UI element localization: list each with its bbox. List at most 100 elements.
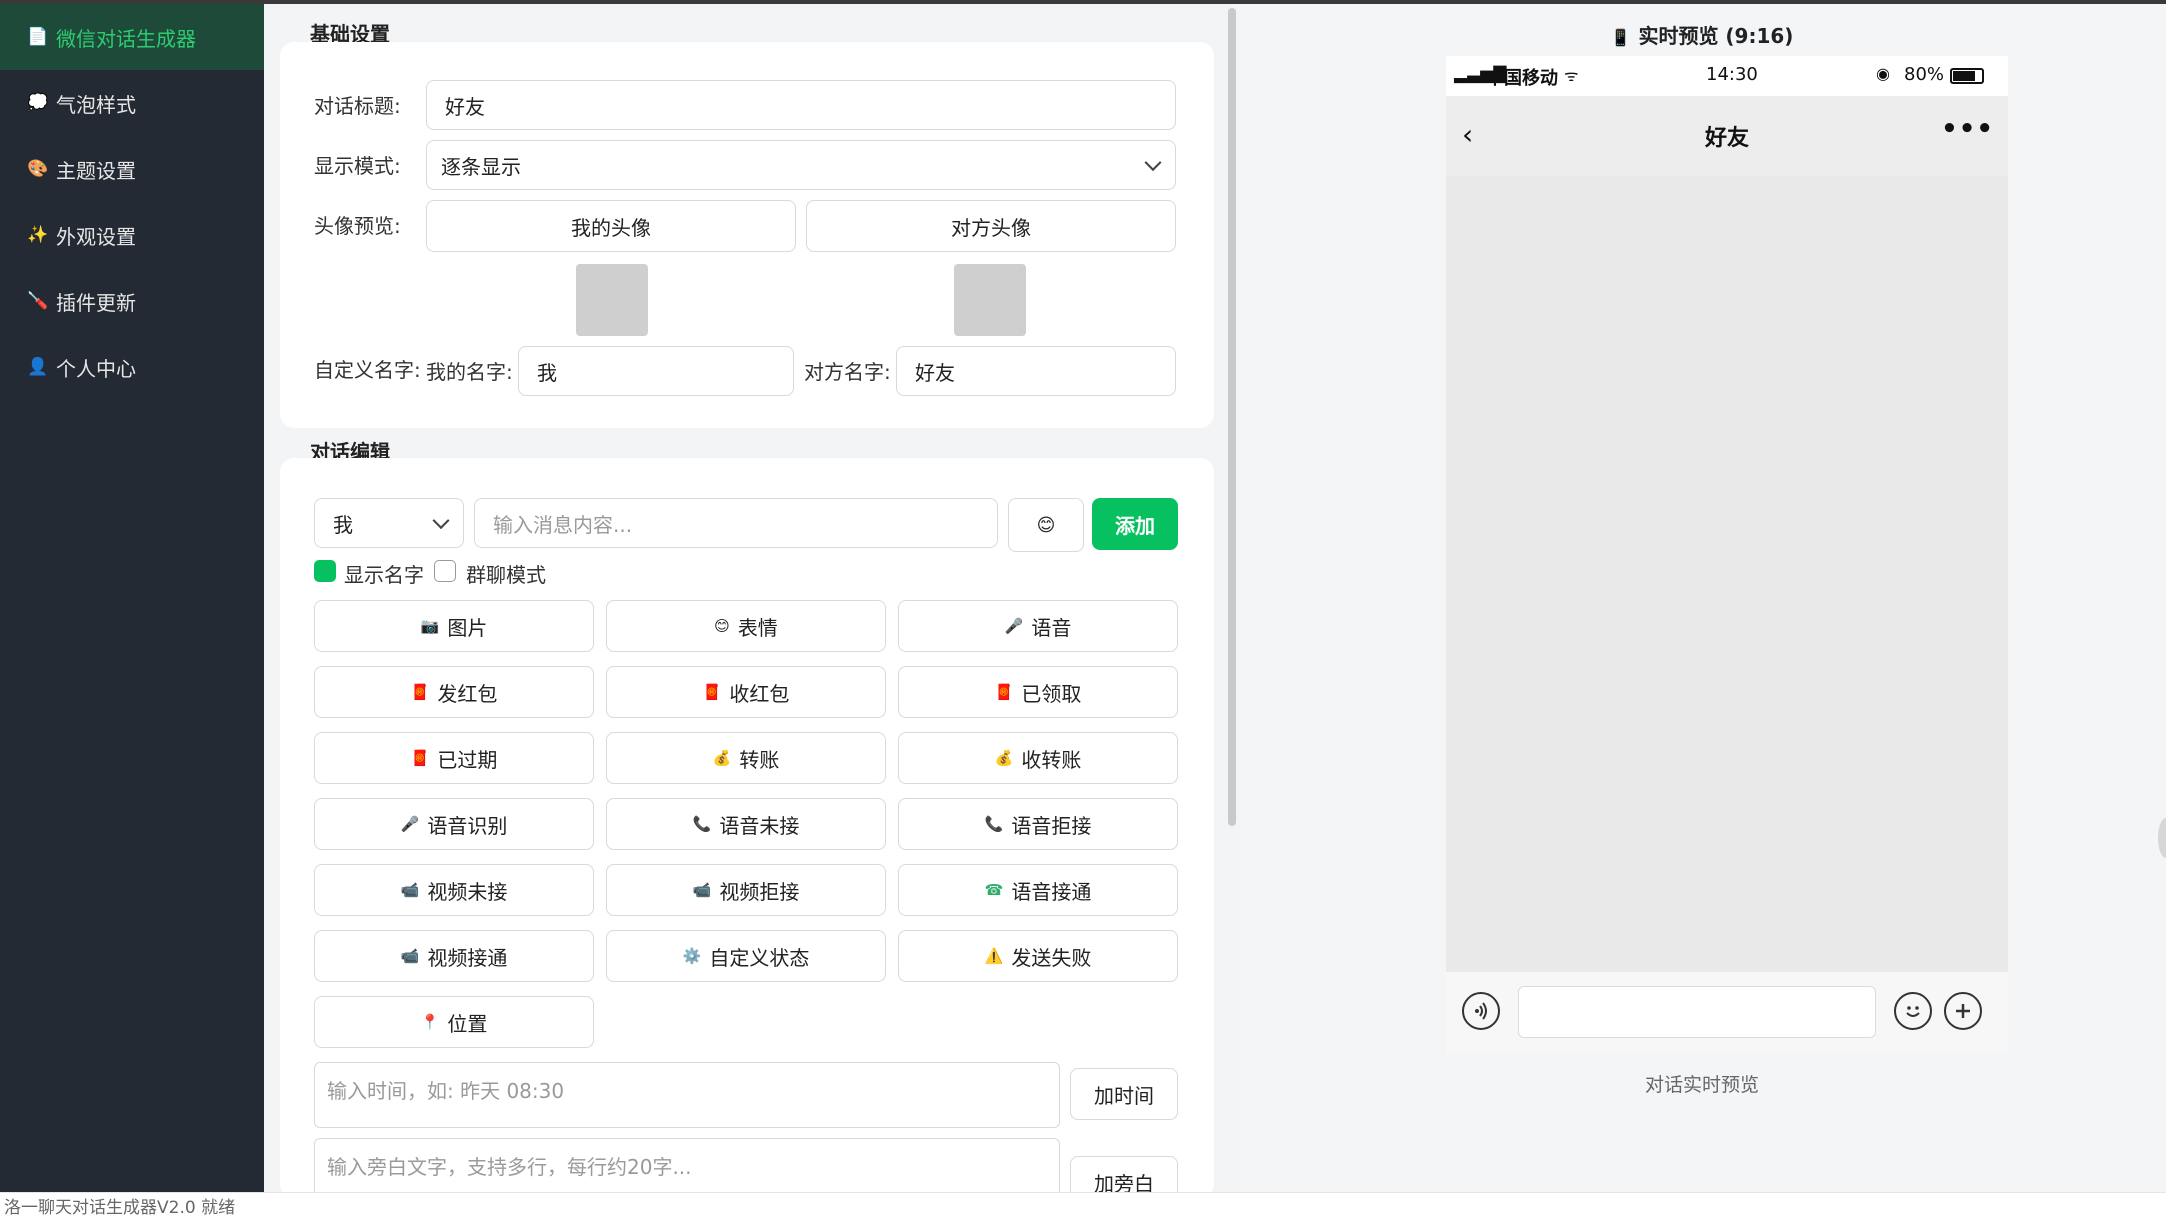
battery-icon (1950, 68, 1984, 84)
time-input[interactable]: 输入时间，如: 昨天 08:30 (314, 1062, 1060, 1128)
group-mode-checkbox[interactable] (434, 560, 456, 582)
voice-connected-button[interactable]: ☎ 语音接通 (898, 864, 1178, 916)
camera-icon: 📷 (420, 617, 440, 635)
custom-status-button[interactable]: ⚙️ 自定义状态 (606, 930, 886, 982)
document-icon: 📄 (27, 27, 49, 47)
sidebar-item-label: 主题设置 (56, 158, 136, 183)
preview-title: 📱 实时预览 (9:16) (1238, 20, 2166, 49)
show-name-label: 显示名字 (344, 563, 424, 587)
my-name-label: 我的名字: (426, 360, 513, 384)
plus-symbol (1956, 1004, 1970, 1018)
their-name-label: 对方名字: (804, 360, 891, 384)
editor-scrollbar[interactable] (1228, 8, 1236, 826)
voice-recognition-button[interactable]: 🎤 语音识别 (314, 798, 594, 850)
preview-panel: 📱 实时预览 (9:16) ▂▃▅▇ 中国移动 ᯤ 14:30 ◉ 80% ‹ 好… (1238, 4, 2166, 1192)
sidebar-item-bubble-style[interactable]: 💭 气泡样式 (0, 70, 264, 136)
title-input[interactable]: 好友 (426, 80, 1176, 130)
emoji-face-icon[interactable] (1894, 992, 1932, 1030)
chat-navbar: ‹ 好友 ••• (1446, 96, 2008, 176)
button-label: 位置 (447, 1011, 488, 1036)
mode-select-value: 逐条显示 (441, 154, 521, 179)
carrier-name: 中国移动 (1486, 68, 1558, 89)
basic-settings-card: 对话标题: 好友 显示模式: 逐条显示 头像预览: 我的头像 对方头像 自定义名… (280, 42, 1214, 428)
red-packet-icon: 🧧 (410, 683, 430, 701)
message-input[interactable]: 输入消息内容... (474, 498, 998, 548)
button-label: 收红包 (729, 681, 790, 706)
speech-bubble-icon: 💭 (27, 93, 49, 113)
battery-percent: 80% (1904, 64, 1945, 85)
avatar-label: 头像预览: (314, 214, 401, 238)
sidebar-item-label: 气泡样式 (56, 92, 136, 117)
sticker-button[interactable]: 😊 表情 (606, 600, 886, 652)
button-label: 发送失败 (1011, 945, 1092, 970)
status-time: 14:30 (1706, 64, 1758, 85)
voice-input-icon[interactable] (1462, 992, 1500, 1030)
transfer-button[interactable]: 💰 转账 (606, 732, 886, 784)
smile-icon: 😊 (1036, 514, 1056, 536)
sidebar: 📄 微信对话生成器 💭 气泡样式 🎨 主题设置 ✨ 外观设置 🪛 插件更新 👤 … (0, 4, 264, 1192)
their-name-input[interactable]: 好友 (896, 346, 1176, 396)
phone-status-bar: ▂▃▅▇ 中国移动 ᯤ 14:30 ◉ 80% (1446, 56, 2008, 96)
sender-select[interactable]: 我 (314, 498, 464, 548)
money-bag-icon: 💰 (712, 749, 732, 767)
sidebar-item-label: 个人中心 (56, 356, 136, 381)
red-packet-icon: 🧧 (410, 749, 430, 767)
button-label: 语音识别 (427, 813, 508, 838)
chevron-down-icon (432, 512, 450, 530)
video-rejected-button[interactable]: 📹 视频拒接 (606, 864, 886, 916)
receive-red-packet-button[interactable]: 🧧 收红包 (606, 666, 886, 718)
sidebar-item-appearance[interactable]: ✨ 外观设置 (0, 202, 264, 268)
dialog-edit-card: 我 输入消息内容... 😊 添加 显示名字 群聊模式 📷 图片 😊 表情 🎤 语音 🧧… (280, 458, 1214, 1208)
mode-select[interactable]: 逐条显示 (426, 140, 1176, 190)
add-message-button[interactable]: 添加 (1092, 498, 1178, 550)
their-avatar-button[interactable]: 对方头像 (806, 200, 1176, 252)
my-avatar-button[interactable]: 我的头像 (426, 200, 796, 252)
location-button[interactable]: 📍 位置 (314, 996, 594, 1048)
status-text: 洛一聊天对话生成器V2.0 就绪 (4, 1198, 236, 1218)
sound-wave-icon (1475, 1002, 1487, 1020)
sidebar-item-theme-settings[interactable]: 🎨 主题设置 (0, 136, 264, 202)
image-button[interactable]: 📷 图片 (314, 600, 594, 652)
rotation-lock-icon: ◉ (1876, 64, 1890, 83)
button-label: 收转账 (1021, 747, 1082, 772)
voice-rejected-button[interactable]: 📞 语音拒接 (898, 798, 1178, 850)
chat-input-bar (1446, 972, 2008, 1054)
chat-title: 好友 (1704, 126, 1749, 151)
mode-label: 显示模式: (314, 154, 401, 178)
video-missed-button[interactable]: 📹 视频未接 (314, 864, 594, 916)
claimed-button[interactable]: 🧧 已领取 (898, 666, 1178, 718)
voice-missed-button[interactable]: 📞 语音未接 (606, 798, 886, 850)
sidebar-item-wechat-generator[interactable]: 📄 微信对话生成器 (0, 4, 264, 70)
my-name-input[interactable]: 我 (518, 346, 794, 396)
button-label: 视频拒接 (719, 879, 800, 904)
button-label: 自定义状态 (709, 945, 810, 970)
plus-icon[interactable] (1944, 992, 1982, 1030)
aside-input[interactable]: 输入旁白文字，支持多行，每行约20字... (314, 1138, 1060, 1198)
group-mode-label: 群聊模式 (466, 563, 546, 587)
red-packet-icon: 🧧 (994, 683, 1014, 701)
send-failed-button[interactable]: ⚠️ 发送失败 (898, 930, 1178, 982)
custom-name-label: 自定义名字: (314, 358, 421, 382)
expired-button[interactable]: 🧧 已过期 (314, 732, 594, 784)
video-camera-icon: 📹 (400, 947, 420, 965)
button-label: 语音 (1031, 615, 1072, 640)
editor-panel: 基础设置 对话标题: 好友 显示模式: 逐条显示 头像预览: 我的头像 对方头像… (264, 4, 1238, 1208)
chat-text-input[interactable] (1518, 986, 1876, 1038)
sidebar-item-personal-center[interactable]: 👤 个人中心 (0, 334, 264, 400)
smiley-icon (1906, 1006, 1920, 1017)
smile-icon: 😊 (714, 617, 730, 635)
emoji-button[interactable]: 😊 (1008, 498, 1084, 552)
sender-select-value: 我 (333, 512, 353, 537)
phone-icon: 📞 (984, 815, 1004, 833)
palette-icon: 🎨 (27, 159, 49, 179)
sidebar-item-plugin-update[interactable]: 🪛 插件更新 (0, 268, 264, 334)
receive-transfer-button[interactable]: 💰 收转账 (898, 732, 1178, 784)
show-name-checkbox[interactable] (314, 560, 336, 582)
voice-button[interactable]: 🎤 语音 (898, 600, 1178, 652)
screwdriver-icon: 🪛 (27, 291, 49, 311)
more-icon[interactable]: ••• (1941, 114, 1994, 144)
send-red-packet-button[interactable]: 🧧 发红包 (314, 666, 594, 718)
chevron-down-icon (1144, 154, 1162, 172)
add-time-button[interactable]: 加时间 (1070, 1068, 1178, 1120)
video-connected-button[interactable]: 📹 视频接通 (314, 930, 594, 982)
